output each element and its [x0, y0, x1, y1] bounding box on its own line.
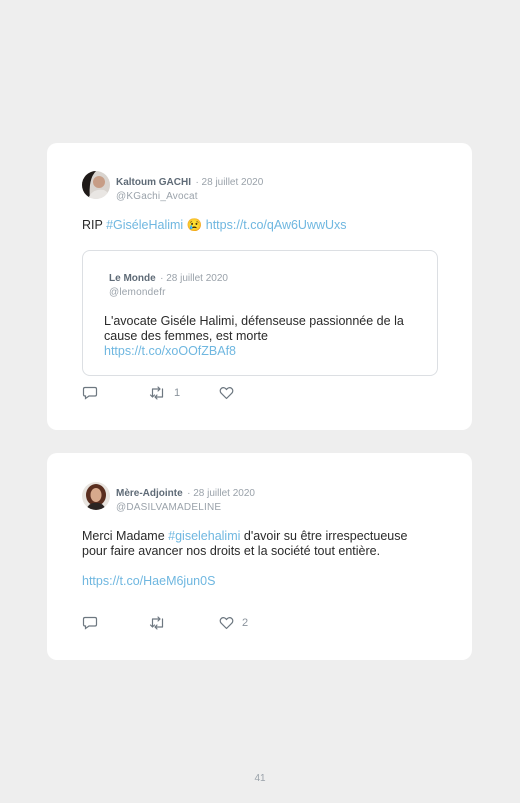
hashtag-link[interactable]: #GiséleHalimi [106, 218, 183, 232]
quoted-author-handle[interactable]: @lemondefr [109, 287, 228, 298]
tweet-text: Merci Madame #giselehalimi d'avoir su êt… [82, 529, 432, 559]
like-count: 2 [242, 617, 249, 629]
reply-icon [82, 386, 98, 400]
reply-button[interactable] [82, 385, 106, 401]
quoted-date[interactable]: · 28 juillet 2020 [160, 273, 228, 284]
tweet-card: Mère-Adjointe · 28 juillet 2020 @DASILVA… [47, 453, 472, 660]
avatar[interactable] [82, 171, 110, 199]
author-handle[interactable]: @DASILVAMADELINE [116, 502, 255, 513]
retweet-count: 1 [174, 387, 181, 399]
quoted-text-block: L'avocate Giséle Halimi, défenseuse pass… [104, 314, 419, 359]
retweet-button[interactable] [149, 615, 174, 631]
reply-icon [82, 616, 98, 630]
tweet-date[interactable]: · 28 juillet 2020 [187, 488, 255, 499]
like-button[interactable] [219, 385, 242, 401]
tweet-text-prefix: RIP [82, 218, 107, 232]
like-icon [219, 386, 234, 400]
hashtag-link[interactable]: #giselehalimi [168, 529, 240, 543]
tweet-text: RIP #GiséleHalimi 😢 https://t.co/qAw6Uww… [82, 218, 427, 233]
crying-emoji: 😢 [186, 218, 203, 232]
retweet-icon [149, 386, 166, 400]
page-number: 41 [254, 773, 266, 784]
quoted-author-name[interactable]: Le Monde [109, 273, 156, 284]
tweet-url-link[interactable]: https://t.co/HaeM6jun0S [82, 574, 215, 588]
quoted-tweet[interactable]: Le Monde · 28 juillet 2020 @lemondefr L'… [82, 250, 438, 376]
tweet-url-link[interactable]: https://t.co/qAw6UwwUxs [206, 218, 347, 232]
tweet-text-prefix: Merci Madame [82, 529, 169, 543]
author-name[interactable]: Kaltoum GACHI [116, 177, 191, 188]
avatar[interactable] [82, 482, 110, 510]
author-handle[interactable]: @KGachi_Avocat [116, 191, 263, 202]
quoted-text: L'avocate Giséle Halimi, défenseuse pass… [104, 314, 404, 343]
reply-button[interactable] [82, 615, 106, 631]
author-name[interactable]: Mère-Adjointe [116, 488, 183, 499]
tweet-date[interactable]: · 28 juillet 2020 [195, 177, 263, 188]
quoted-url-link[interactable]: https://t.co/xoOOfZBAf8 [104, 344, 236, 358]
retweet-icon [149, 616, 166, 630]
tweet-actions: 1 [82, 385, 282, 401]
retweet-button[interactable]: 1 [149, 385, 180, 401]
like-icon [219, 616, 234, 630]
like-button[interactable]: 2 [219, 615, 248, 631]
tweet-card: Kaltoum GACHI · 28 juillet 2020 @KGachi_… [47, 143, 472, 430]
tweet-link-line: https://t.co/HaeM6jun0S [82, 574, 427, 589]
tweet-actions: 2 [82, 615, 282, 631]
